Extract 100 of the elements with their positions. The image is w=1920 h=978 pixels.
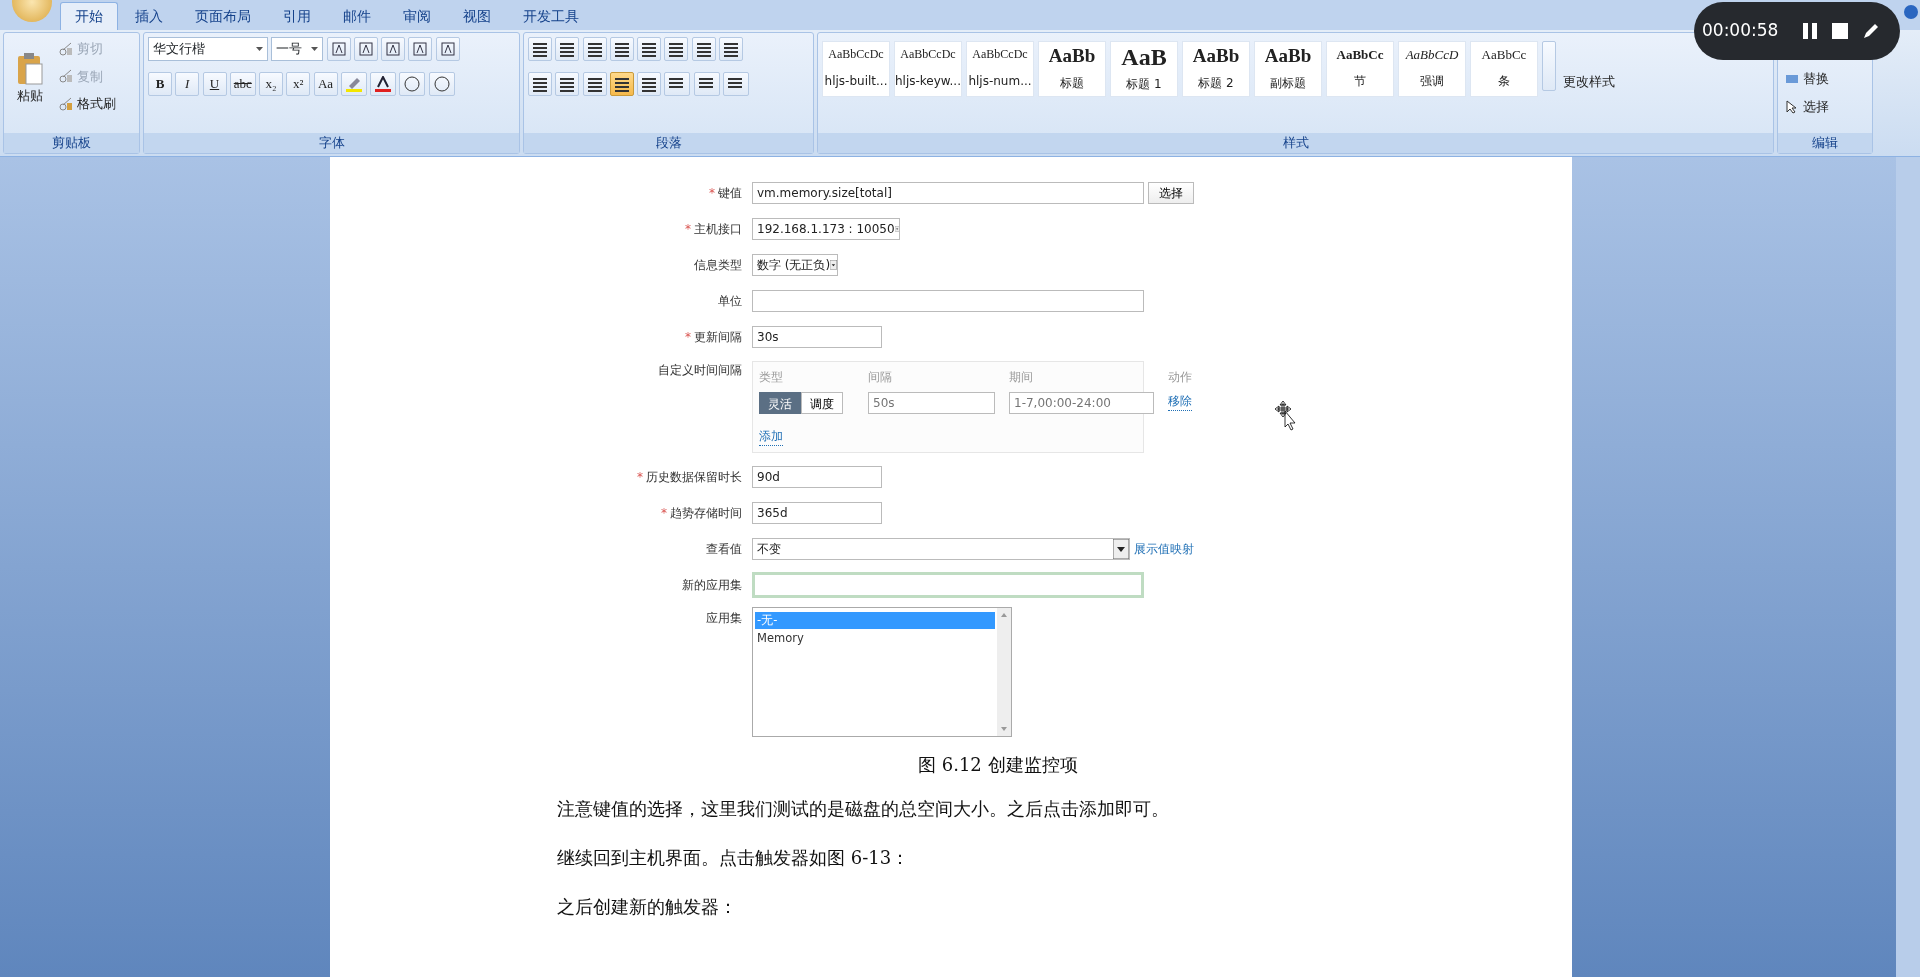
style-gallery-item[interactable]: AaBbCcDc hljs-num... — [966, 41, 1034, 97]
value-map-link[interactable]: 展示值映射 — [1134, 539, 1194, 558]
align-lines-icon — [532, 75, 548, 92]
input-field[interactable]: 30s — [752, 326, 882, 348]
align-lines-icon — [613, 75, 630, 92]
style-gallery-item[interactable]: AaBbCcD 强调 — [1398, 41, 1466, 97]
clipboard-icon — [16, 52, 44, 87]
select-field[interactable]: 192.168.1.173 : 10050 — [752, 218, 900, 240]
format-button[interactable]: B — [148, 71, 172, 96]
enclose-char-icon[interactable] — [432, 75, 451, 92]
ribbon-tab[interactable]: 审阅 — [388, 2, 446, 30]
remove-link[interactable]: 移除 — [1168, 392, 1192, 411]
ribbon-tab[interactable]: 页面布局 — [180, 2, 266, 30]
style-gallery-item[interactable]: AaBbCc 条 — [1470, 41, 1538, 97]
ribbon-tab[interactable]: 邮件 — [328, 2, 386, 30]
column-header: 期间 — [1009, 369, 1034, 386]
format-button[interactable]: abc — [229, 71, 256, 96]
field-label: * 更新间隔 — [685, 330, 742, 344]
listbox[interactable]: -无- Memory — [752, 606, 1012, 737]
ribbon-tab[interactable]: 开始 — [60, 2, 118, 30]
pen-icon[interactable] — [1862, 22, 1881, 40]
group-label: 样式 — [1282, 135, 1309, 150]
figure-caption: 图 6.12 创建监控项 — [917, 752, 1079, 777]
style-gallery-item[interactable]: AaBbCc 节 — [1326, 41, 1394, 97]
highlight-icon[interactable] — [344, 75, 363, 92]
body-paragraph: 继续回到主机界面。点击触发器如图 6-13： — [557, 846, 910, 868]
align-lines-icon — [586, 75, 603, 92]
align-lines-icon — [641, 75, 657, 92]
field-label: 自定义时间间隔 — [658, 363, 742, 377]
input-field[interactable]: 365d — [752, 501, 882, 524]
format-button[interactable]: x² — [286, 71, 311, 96]
field-label: * 历史数据保留时长 — [637, 469, 742, 484]
body-paragraph: 之后创建新的触发器： — [557, 895, 737, 917]
field-label: 查看值 — [706, 541, 742, 556]
paintbrush-icon — [59, 96, 73, 111]
segment-toggle[interactable]: 灵活 — [759, 392, 801, 414]
style-gallery-item[interactable]: AaBbCcDc hljs-built... — [822, 41, 890, 97]
align-button[interactable] — [637, 71, 661, 96]
input-field[interactable]: 90d — [752, 465, 882, 488]
align-button[interactable] — [609, 71, 634, 96]
column-header: 动作 — [1168, 369, 1193, 386]
scrollbar-icon — [997, 607, 1011, 736]
input-field[interactable] — [752, 290, 1144, 312]
dropdown-arrow-icon — [1113, 538, 1129, 559]
clipboard-command[interactable]: 格式刷 — [56, 91, 119, 116]
list-option[interactable]: Memory — [755, 630, 995, 648]
style-gallery-item[interactable]: AaBb 副标题 — [1254, 41, 1322, 97]
caret-icon — [311, 47, 319, 51]
field-label: 新的应用集 — [682, 577, 742, 592]
align-button[interactable] — [582, 71, 607, 96]
field-label: 单位 — [718, 294, 742, 308]
format-button[interactable]: I — [175, 71, 200, 96]
input-field[interactable]: 1-7,00:00-24:00 — [1009, 392, 1154, 414]
style-gallery-item[interactable]: AaBbCcDc hljs-keyw... — [894, 41, 962, 97]
editing-command[interactable]: 选择 — [1782, 95, 1868, 119]
move-cursor-icon — [1275, 401, 1297, 431]
font-name-combo[interactable]: 华文行楷 — [148, 37, 268, 61]
add-link[interactable]: 添加 — [759, 426, 783, 446]
align-button[interactable] — [528, 71, 552, 96]
pointer-icon — [1785, 100, 1799, 114]
select-field[interactable]: 不变 — [752, 537, 1130, 560]
editing-command[interactable]: 替换 — [1782, 67, 1868, 91]
input-field[interactable] — [752, 571, 1144, 598]
style-gallery-item[interactable]: AaB 标题 1 — [1110, 41, 1178, 97]
format-button[interactable]: U — [202, 71, 227, 96]
group-label: 段落 — [655, 135, 682, 150]
select-field[interactable]: 数字 (无正负) — [752, 254, 838, 276]
help-icon[interactable] — [1903, 4, 1919, 20]
char-border-icon[interactable] — [439, 41, 456, 57]
group-label: 字体 — [318, 135, 345, 150]
segment-toggle[interactable]: 调度 — [801, 392, 843, 414]
font-size-combo[interactable]: 一号 — [271, 37, 324, 61]
ribbon-tab[interactable]: 视图 — [448, 2, 506, 30]
field-label: * 主机接口 — [685, 222, 742, 236]
ribbon-tab[interactable]: 开发工具 — [508, 2, 594, 30]
select-button[interactable]: 选择 — [1148, 182, 1194, 204]
field-label: 应用集 — [706, 610, 742, 625]
group-label: 编辑 — [1812, 135, 1838, 150]
input-field[interactable]: vm.memory.size[total] — [752, 182, 1144, 204]
style-gallery-item[interactable]: AaBb 标题 2 — [1182, 41, 1250, 97]
align-button[interactable] — [555, 71, 580, 96]
font-color-icon[interactable] — [374, 75, 393, 92]
body-paragraph: 注意键值的选择，这里我们测试的是磁盘的总空间大小。之后点击添加即可。 — [557, 797, 1169, 819]
column-header: 间隔 — [868, 369, 893, 386]
stop-icon[interactable] — [1832, 23, 1849, 39]
vertical-scrollbar[interactable] — [1896, 157, 1920, 977]
format-button[interactable]: Aa — [313, 71, 338, 96]
style-gallery-item[interactable]: AaBb 标题 — [1038, 41, 1106, 97]
ribbon-tab[interactable]: 插入 — [120, 2, 178, 30]
caret-icon — [256, 47, 263, 51]
group-label: 剪贴板 — [52, 135, 91, 150]
field-label: * 键值 — [709, 186, 742, 200]
format-button[interactable]: x₂ — [259, 71, 284, 96]
input-field[interactable]: 50s — [868, 392, 995, 414]
ribbon-tab[interactable]: 引用 — [268, 2, 326, 30]
paste-button[interactable]: 粘贴 — [8, 37, 52, 121]
field-label: 信息类型 — [694, 258, 742, 272]
pause-icon[interactable] — [1802, 22, 1819, 40]
change-styles-button[interactable]: 更改样式 — [1560, 41, 1618, 91]
field-label: * 趋势存储时间 — [661, 505, 742, 520]
